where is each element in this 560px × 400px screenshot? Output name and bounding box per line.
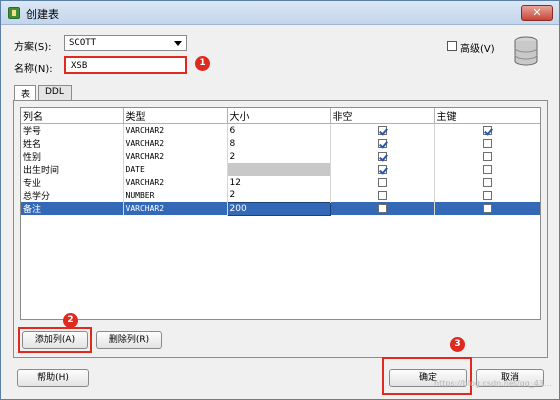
table-row[interactable]: 性别 VARCHAR2 2 [21, 150, 540, 163]
create-table-dialog: 创建表 ✕ 方案(S): SCOTT 名称(N): XSB 1 高级(V) 表 … [0, 0, 560, 400]
cell-type[interactable]: VARCHAR2 [123, 137, 228, 150]
tab-ddl[interactable]: DDL [38, 85, 72, 100]
cell-type[interactable]: VARCHAR2 [123, 176, 228, 189]
cell-column-name[interactable]: 出生时间 [21, 163, 124, 176]
table-row[interactable]: 专业 VARCHAR2 12 [21, 176, 540, 189]
primary-key-checkbox[interactable] [482, 164, 492, 174]
not-null-checkbox[interactable] [377, 138, 387, 148]
header-type[interactable]: 类型 [123, 108, 228, 124]
title-bar: 创建表 ✕ [1, 1, 559, 25]
cell-size [227, 163, 331, 176]
add-column-button[interactable]: 添加列(A) [22, 331, 88, 349]
advanced-checkbox[interactable] [447, 41, 457, 51]
cell-column-name[interactable]: 总学分 [21, 189, 124, 202]
scheme-label: 方案(S): [14, 42, 52, 53]
primary-key-checkbox[interactable] [482, 138, 492, 148]
window-title: 创建表 [26, 8, 59, 21]
cell-size[interactable]: 2 [227, 189, 331, 202]
cell-size[interactable]: 2 [227, 150, 331, 163]
header-primary-key[interactable]: 主键 [434, 108, 540, 124]
header-size[interactable]: 大小 [227, 108, 331, 124]
cell-type[interactable]: VARCHAR2 [123, 202, 228, 215]
not-null-checkbox[interactable] [377, 125, 387, 135]
cell-column-name[interactable]: 备注 [21, 202, 124, 215]
table-row[interactable]: 学号 VARCHAR2 6 [21, 123, 540, 137]
cell-column-name[interactable]: 姓名 [21, 137, 124, 150]
scheme-select[interactable]: SCOTT [64, 35, 187, 51]
scheme-value: SCOTT [69, 38, 97, 48]
header-not-null[interactable]: 非空 [330, 108, 435, 124]
tab-table[interactable]: 表 [14, 85, 36, 101]
not-null-checkbox[interactable] [377, 164, 387, 174]
primary-key-checkbox[interactable] [482, 203, 492, 213]
not-null-checkbox[interactable] [377, 177, 387, 187]
cell-column-name[interactable]: 性别 [21, 150, 124, 163]
table-row[interactable]: 总学分 NUMBER 2 [21, 189, 540, 202]
watermark: https://blog.csdn.net/qq_43... [434, 379, 552, 388]
not-null-checkbox[interactable] [377, 203, 387, 213]
cell-column-name[interactable]: 学号 [21, 123, 124, 137]
cell-type[interactable]: VARCHAR2 [123, 123, 228, 137]
header-column-name[interactable]: 列名 [21, 108, 124, 124]
cell-type[interactable]: DATE [123, 163, 228, 176]
not-null-checkbox[interactable] [377, 151, 387, 161]
name-label: 名称(N): [14, 64, 53, 75]
advanced-label: 高级(V) [460, 44, 495, 55]
app-icon [8, 7, 20, 19]
cell-size[interactable]: 12 [227, 176, 331, 189]
close-button[interactable]: ✕ [521, 5, 553, 21]
delete-column-button[interactable]: 删除列(R) [96, 331, 162, 349]
table-row[interactable]: 出生时间 DATE [21, 163, 540, 176]
cell-type[interactable]: VARCHAR2 [123, 150, 228, 163]
annotation-badge-3: 3 [450, 337, 465, 352]
primary-key-checkbox[interactable] [482, 177, 492, 187]
table-row-selected[interactable]: 备注 VARCHAR2 200 [21, 201, 540, 216]
primary-key-checkbox[interactable] [482, 190, 492, 200]
cell-size[interactable]: 8 [227, 137, 331, 150]
grid-header-row: 列名 类型 大小 非空 主键 [21, 108, 540, 124]
columns-grid: 列名 类型 大小 非空 主键 学号 VARCHAR2 6 姓名 VARCHAR2… [20, 107, 541, 320]
table-row[interactable]: 姓名 VARCHAR2 8 [21, 137, 540, 150]
primary-key-checkbox[interactable] [482, 125, 492, 135]
not-null-checkbox[interactable] [377, 190, 387, 200]
primary-key-checkbox[interactable] [482, 151, 492, 161]
table-name-input[interactable]: XSB [64, 56, 187, 74]
annotation-badge-1: 1 [195, 56, 210, 71]
cell-size[interactable]: 6 [227, 123, 331, 137]
chevron-down-icon [174, 41, 182, 46]
annotation-badge-2: 2 [63, 313, 78, 328]
help-button[interactable]: 帮助(H) [17, 369, 89, 387]
database-icon [514, 36, 538, 66]
cell-size[interactable]: 200 [226, 201, 331, 216]
cell-column-name[interactable]: 专业 [21, 176, 124, 189]
cell-type[interactable]: NUMBER [123, 189, 228, 202]
